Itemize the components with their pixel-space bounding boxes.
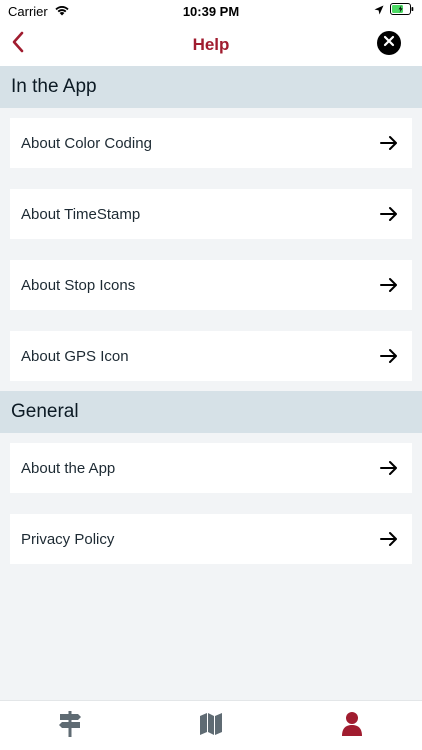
in-the-app-list: About Color Coding About TimeStamp About…	[0, 108, 422, 391]
close-button[interactable]	[377, 31, 401, 55]
battery-icon	[390, 3, 414, 18]
status-time: 10:39 PM	[182, 4, 240, 19]
list-item-about-gps-icon[interactable]: About GPS Icon	[10, 331, 412, 381]
arrow-right-icon	[380, 346, 400, 366]
list-item-label: About TimeStamp	[21, 205, 141, 223]
help-screen: Carrier 10:39 PM Help In the App About C…	[0, 0, 422, 750]
tab-signpost[interactable]	[0, 701, 141, 750]
tab-profile[interactable]	[281, 701, 422, 750]
signpost-icon	[57, 710, 83, 743]
help-content: In the App About Color Coding About Time…	[0, 66, 422, 700]
close-icon	[383, 34, 395, 52]
arrow-right-icon	[380, 204, 400, 224]
navigation-bar: Help	[0, 24, 422, 66]
page-title: Help	[192, 35, 230, 54]
tab-bar	[0, 700, 422, 750]
map-icon	[199, 712, 223, 741]
section-header-general: General	[0, 391, 422, 433]
list-item-about-timestamp[interactable]: About TimeStamp	[10, 189, 412, 239]
arrow-right-icon	[380, 529, 400, 549]
list-item-label: About GPS Icon	[21, 347, 129, 365]
list-item-privacy-policy[interactable]: Privacy Policy	[10, 514, 412, 564]
list-item-label: About Color Coding	[21, 134, 152, 152]
general-list: About the App Privacy Policy	[0, 433, 422, 564]
arrow-right-icon	[380, 458, 400, 478]
arrow-right-icon	[380, 133, 400, 153]
location-arrow-icon	[374, 3, 384, 18]
list-item-label: About Stop Icons	[21, 276, 136, 294]
status-right	[374, 3, 414, 18]
list-item-label: Privacy Policy	[21, 530, 115, 548]
status-bar: Carrier 10:39 PM	[0, 0, 422, 24]
arrow-right-icon	[380, 275, 400, 295]
list-item-label: About the App	[21, 459, 116, 477]
list-item-about-the-app[interactable]: About the App	[10, 443, 412, 493]
section-header-in-the-app: In the App	[0, 66, 422, 108]
user-icon	[341, 711, 363, 742]
tab-map[interactable]	[141, 701, 282, 750]
list-item-about-color-coding[interactable]: About Color Coding	[10, 118, 412, 168]
list-item-about-stop-icons[interactable]: About Stop Icons	[10, 260, 412, 310]
